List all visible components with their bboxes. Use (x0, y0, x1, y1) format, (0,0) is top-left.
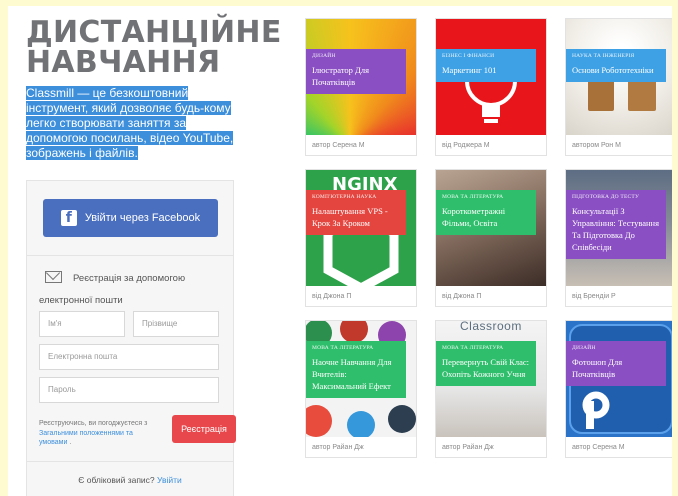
course-title: Перевернуть Свій Клас: Охопіть Кожного У… (442, 357, 529, 379)
course-title: Короткометражні Фільми, Освіта (442, 206, 506, 228)
page-title: ДИСТАНЦІЙНЕ НАВЧАННЯ (26, 18, 282, 78)
hero-description: Classmill — це безкоштовний інструмент, … (26, 86, 234, 160)
course-title: Ілюстратор Для Початківців (312, 65, 369, 87)
course-label: ДИЗАЙН Фотошоп Для Початківців (566, 341, 666, 386)
title-line-1: ДИСТАНЦІЙНЕ (26, 15, 282, 50)
classroom-wordmark: Classroom (460, 321, 522, 333)
course-category: ПІДГОТОВКА ДО ТЕСТУ (572, 194, 640, 200)
course-card[interactable]: БІЗНЕС І ФІНАНСИ Маркетинг 101 від Родже… (435, 18, 547, 156)
password-input[interactable]: Пароль (39, 377, 219, 403)
course-category: МОВА ТА ЛІТЕРАТУРА (442, 345, 504, 351)
course-card[interactable]: МОВА ТА ЛІТЕРАТУРА Наочне Навчання Для В… (305, 320, 417, 458)
course-title: Наочне Навчання Для Вчителів: Максимальн… (312, 357, 392, 391)
course-author: автор Серена М (312, 142, 365, 149)
course-category: НАУКА ТА ІНЖЕНЕРІЯ (572, 53, 635, 59)
course-author: від Брендіи Р (572, 293, 616, 300)
login-prompt: Є обліковий запис? Увійти (78, 475, 182, 485)
signup-panel: f Увійти через Facebook Реєстрація за до… (26, 180, 236, 496)
course-author: автор Райан Дж (442, 444, 494, 451)
course-label: МОВА ТА ЛІТЕРАТУРА Короткометражні Фільм… (436, 190, 536, 235)
login-link[interactable]: Увійти (157, 475, 182, 485)
course-author: автор Райан Дж (312, 444, 364, 451)
course-label: ПІДГОТОВКА ДО ТЕСТУ Консультації З Управ… (566, 190, 666, 259)
register-button[interactable]: Реєстрація (172, 415, 236, 443)
course-card[interactable]: Classroom МОВА ТА ЛІТЕРАТУРА Перевернуть… (435, 320, 547, 458)
course-category: ДИЗАЙН (312, 53, 336, 59)
terms-notice: Реєструючись, ви погоджуєтеся з Загальни… (39, 420, 148, 447)
last-name-input[interactable]: Прізвище (133, 311, 219, 337)
course-title: Фотошоп Для Початківців (572, 357, 623, 379)
divider (27, 255, 233, 256)
course-label: КОМП'ЮТЕРНА НАУКА Налаштування VPS - Кро… (306, 190, 406, 235)
course-category: КОМП'ЮТЕРНА НАУКА (312, 194, 377, 200)
course-author: автор Серена М (572, 444, 625, 451)
course-category: МОВА ТА ЛІТЕРАТУРА (442, 194, 504, 200)
course-category: МОВА ТА ЛІТЕРАТУРА (312, 345, 374, 351)
course-label: БІЗНЕС І ФІНАНСИ Маркетинг 101 (436, 49, 536, 82)
course-title: Консультації З Управління: Тестування Та… (572, 206, 660, 252)
facebook-login-label: Увійти через Facebook (84, 212, 201, 224)
facebook-login-button[interactable]: f Увійти через Facebook (43, 199, 218, 237)
terms-link[interactable]: Загальними положеннями та умовами (39, 430, 133, 447)
course-category: ДИЗАЙН (572, 345, 596, 351)
course-card[interactable]: НАУКА ТА ІНЖЕНЕРІЯ Основи Робототехніки … (565, 18, 672, 156)
course-card[interactable]: МОВА ТА ЛІТЕРАТУРА Короткометражні Фільм… (435, 169, 547, 307)
course-author: від Джона П (312, 293, 352, 300)
course-title: Маркетинг 101 (442, 65, 497, 75)
title-line-2: НАВЧАННЯ (26, 45, 221, 80)
course-card[interactable]: ДИЗАЙН Ілюстратор Для Початківців автор … (305, 18, 417, 156)
course-category: БІЗНЕС І ФІНАНСИ (442, 53, 495, 59)
course-card[interactable]: ДИЗАЙН Фотошоп Для Початківців автор Сер… (565, 320, 672, 458)
course-card[interactable]: ПІДГОТОВКА ДО ТЕСТУ Консультації З Управ… (565, 169, 672, 307)
course-label: ДИЗАЙН Ілюстратор Для Початківців (306, 49, 406, 94)
course-author: автором Рон М (572, 142, 621, 149)
course-label: МОВА ТА ЛІТЕРАТУРА Наочне Навчання Для В… (306, 341, 406, 398)
page: ДИСТАНЦІЙНЕ НАВЧАННЯ Classmill — це безк… (8, 6, 672, 496)
course-label: НАУКА ТА ІНЖЕНЕРІЯ Основи Робототехніки (566, 49, 666, 82)
facebook-icon: f (60, 210, 77, 226)
first-name-input[interactable]: Ім'я (39, 311, 125, 337)
course-label: МОВА ТА ЛІТЕРАТУРА Перевернуть Свій Клас… (436, 341, 536, 386)
course-author: від Роджера М (442, 142, 490, 149)
course-author: від Джона П (442, 293, 482, 300)
email-input[interactable]: Електронна пошта (39, 344, 219, 370)
email-signup-heading: Реєстрація за допомогою електронної пошт… (39, 273, 186, 306)
divider (27, 461, 233, 462)
course-title: Налаштування VPS - Крок За Кроком (312, 206, 388, 228)
course-title: Основи Робототехніки (572, 65, 654, 75)
course-card[interactable]: NGINX КОМП'ЮТЕРНА НАУКА Налаштування VPS… (305, 169, 417, 307)
